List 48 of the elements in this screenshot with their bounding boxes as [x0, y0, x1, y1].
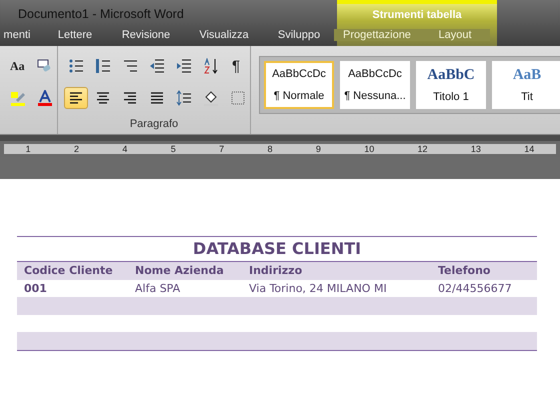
- align-button[interactable]: [64, 87, 88, 109]
- decrease-indent-icon: [149, 58, 165, 74]
- increase-indent-icon: [176, 58, 192, 74]
- ribbon-tab[interactable]: Visualizza: [184, 29, 264, 41]
- sort-icon: [203, 58, 219, 74]
- ruler-number: 14: [524, 144, 534, 154]
- bulleted-list-icon: [68, 58, 84, 74]
- table-cell-text: Alfa SPA: [135, 282, 182, 295]
- ruler-number: 4: [122, 144, 128, 154]
- column-header: Telefono: [438, 264, 492, 278]
- ribbon-tab[interactable]: Revisione: [108, 29, 184, 41]
- style-option[interactable]: AaBbC Titolo 1: [416, 61, 486, 109]
- change-case-button[interactable]: Aa: [6, 55, 29, 77]
- ruler-number: 12: [418, 144, 428, 154]
- show-marks-button[interactable]: ¶: [226, 55, 246, 77]
- eraser-icon: [36, 58, 52, 74]
- ruler-number: 5: [170, 144, 176, 154]
- align-icon: [68, 90, 84, 106]
- ruler-number: 9: [316, 144, 321, 154]
- borders-icon: [230, 90, 246, 106]
- style-option[interactable]: AaBbCcDc ¶ Normale: [264, 61, 334, 109]
- ruler-number: 13: [470, 144, 481, 154]
- ribbon-tab[interactable]: menti: [0, 29, 42, 41]
- ruler-number: 8: [267, 144, 272, 154]
- table-cell-text: 02/44556677: [438, 282, 513, 295]
- ruler-number: 2: [74, 144, 80, 154]
- column-header: Codice Cliente: [24, 264, 114, 278]
- line-spacing-icon: [176, 90, 192, 106]
- font-color-icon: [37, 90, 53, 106]
- align-icon: [122, 90, 138, 106]
- contextual-tab-group-label: Strumenti tabella: [372, 9, 462, 23]
- style-option[interactable]: AaBbCcDc ¶ Nessuna...: [340, 61, 410, 109]
- window-title: Documento1 - Microsoft Word: [18, 7, 184, 21]
- ruler-number: 7: [219, 144, 224, 154]
- align-icon: [149, 90, 165, 106]
- ruler-number: 1: [26, 144, 31, 154]
- table-cell-text: Via Torino, 24 MILANO MI: [249, 282, 388, 295]
- ribbon-tab[interactable]: Sviluppo: [264, 29, 334, 41]
- group-label: Paragrafo: [128, 118, 180, 130]
- style-option[interactable]: AaB Tit: [492, 61, 560, 109]
- column-header: Indirizzo: [249, 264, 304, 278]
- ruler[interactable]: 1 2 4 5 7 8 9 10 12 13 14: [4, 144, 556, 154]
- column-header: Nome Azienda: [135, 264, 225, 278]
- ribbon-tab[interactable]: Lettere: [42, 29, 108, 41]
- table-cell-text: 001: [24, 282, 48, 295]
- align-icon: [95, 90, 111, 106]
- highlighter-icon: [10, 90, 26, 106]
- ruler-number: 10: [364, 144, 374, 154]
